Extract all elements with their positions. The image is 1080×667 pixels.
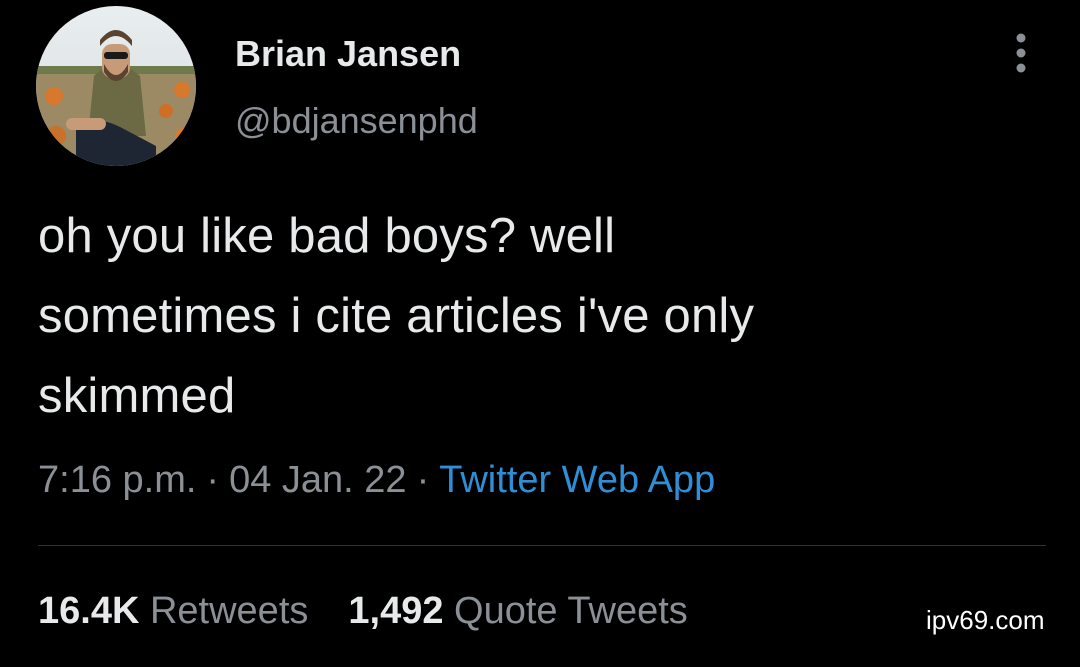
user-handle[interactable]: @bdjansenphd (235, 100, 478, 142)
divider (38, 545, 1046, 546)
tweet-time[interactable]: 7:16 p.m. (38, 459, 196, 501)
tweet-text-line: sometimes i cite articles i've only (38, 289, 755, 343)
quote-tweets-stat[interactable]: 1,492 Quote Tweets (348, 590, 687, 632)
retweets-stat[interactable]: 16.4K Retweets (38, 590, 308, 632)
retweets-label: Retweets (149, 590, 309, 632)
tweet-text: oh you like bad boys? well sometimes i c… (38, 196, 1048, 436)
tweet-source-link[interactable]: Twitter Web App (439, 459, 715, 501)
quote-tweets-label: Quote Tweets (454, 590, 688, 632)
tweet-date[interactable]: 04 Jan. 22 (229, 459, 406, 501)
more-options-icon[interactable] (1003, 30, 1039, 76)
profile-photo-image (36, 6, 196, 166)
meta-separator: · (416, 459, 430, 501)
retweets-count: 16.4K (38, 590, 140, 632)
tweet-text-line: skimmed (38, 369, 236, 423)
tweet-stats: 16.4K Retweets 1,492 Quote Tweets (38, 590, 688, 633)
tweet-card: Brian Jansen @bdjansenphd oh you like ba… (0, 0, 1080, 667)
watermark: ipv69.com (926, 605, 1045, 635)
tweet-text-line: oh you like bad boys? well (38, 209, 616, 263)
meta-separator: · (206, 459, 220, 501)
tweet-metadata: 7:16 p.m. · 04 Jan. 22 · Twitter Web App (38, 459, 715, 502)
avatar[interactable] (36, 6, 196, 166)
display-name[interactable]: Brian Jansen (235, 33, 461, 75)
quote-tweets-count: 1,492 (348, 590, 444, 632)
